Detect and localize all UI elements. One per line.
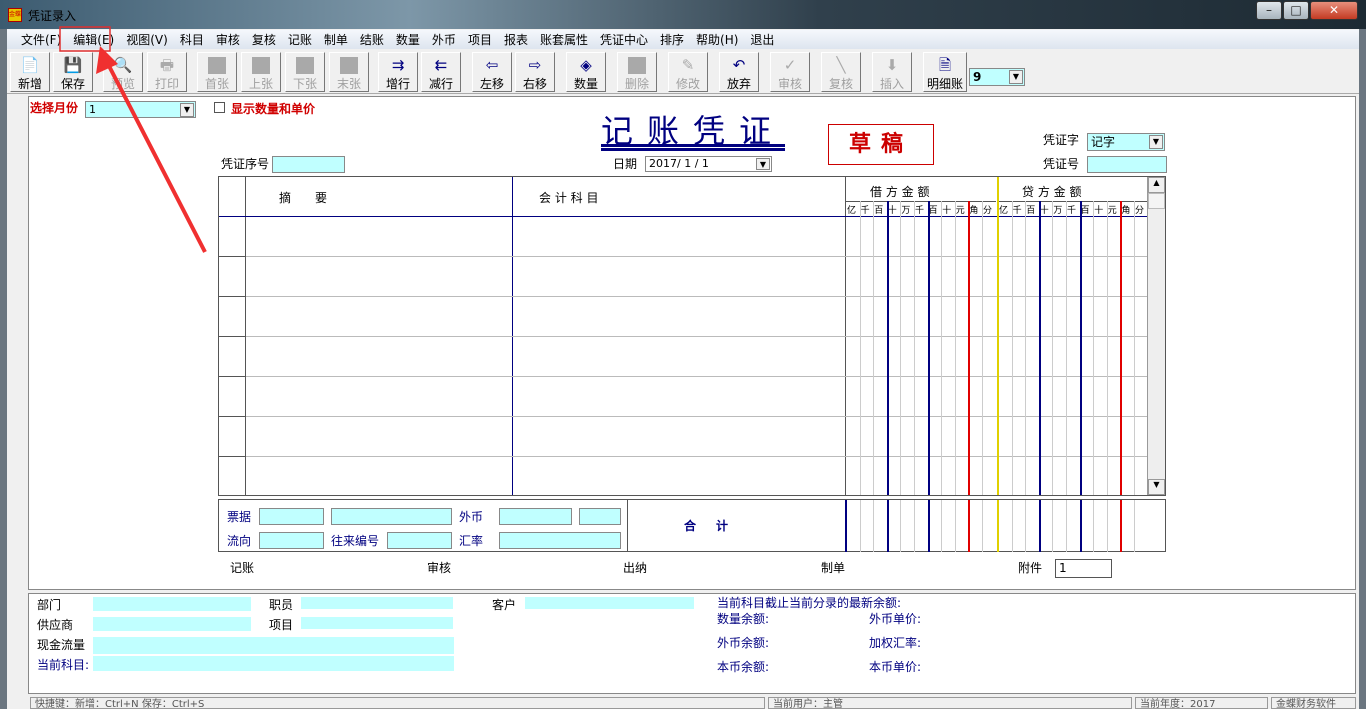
signer-attach: 附件 bbox=[1018, 561, 1043, 575]
weighted-rate-label: 加权汇率: bbox=[869, 636, 922, 650]
cashflow-input[interactable] bbox=[93, 637, 454, 654]
balance-title: 当前科目截止当前分录的最新余额: bbox=[717, 596, 902, 610]
signer-post: 记账 bbox=[230, 561, 255, 575]
qty-balance-label: 数量余额: bbox=[717, 612, 770, 626]
customer-label: 客户 bbox=[492, 598, 517, 612]
supplier-label: 供应商 bbox=[37, 618, 74, 632]
dept-input[interactable] bbox=[93, 597, 251, 611]
lc-balance-label: 本币余额: bbox=[717, 660, 770, 674]
fc-balance-label: 外币余额: bbox=[717, 636, 770, 650]
fc-price-label: 外币单价: bbox=[869, 612, 922, 626]
arrow-head-icon bbox=[96, 46, 118, 74]
project-label: 项目 bbox=[269, 618, 294, 632]
signer-cashier: 出纳 bbox=[623, 561, 648, 575]
current-account-label: 当前科目: bbox=[37, 658, 90, 672]
signer-maker: 制单 bbox=[821, 561, 846, 575]
staff-input[interactable] bbox=[301, 597, 453, 609]
highlight-box bbox=[59, 26, 111, 52]
signer-audit: 审核 bbox=[427, 561, 452, 575]
attach-input[interactable]: 1 bbox=[1055, 559, 1112, 578]
project-input[interactable] bbox=[301, 617, 453, 629]
customer-input[interactable] bbox=[525, 597, 694, 609]
current-account-input[interactable] bbox=[93, 656, 454, 671]
dept-label: 部门 bbox=[37, 598, 62, 612]
annotation-arrow bbox=[106, 63, 207, 253]
cashflow-label: 现金流量 bbox=[37, 638, 86, 652]
lc-price-label: 本币单价: bbox=[869, 660, 922, 674]
staff-label: 职员 bbox=[269, 598, 294, 612]
supplier-input[interactable] bbox=[93, 617, 251, 631]
